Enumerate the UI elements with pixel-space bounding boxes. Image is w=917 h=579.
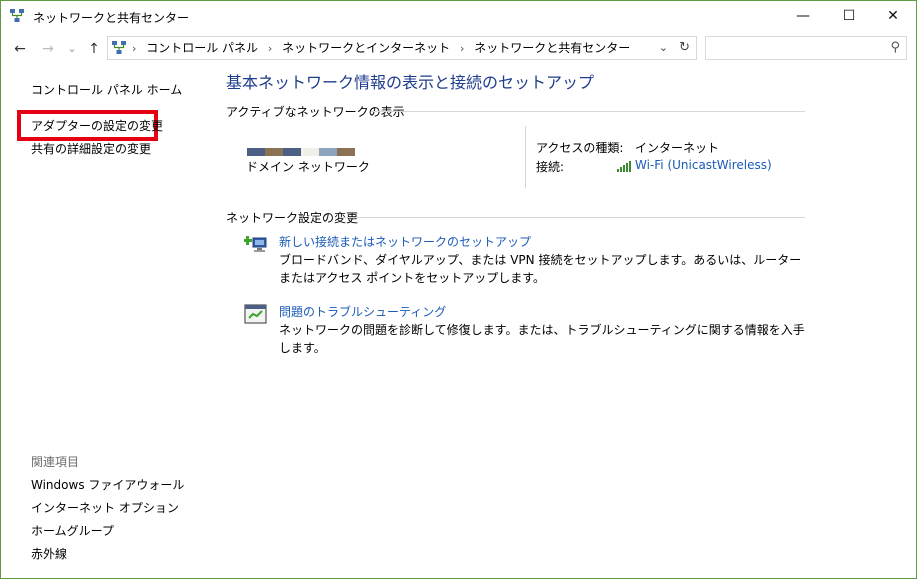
troubleshoot-description: ネットワークの問題を診断して修復します。または、トラブルシューティングに関する情…: [279, 323, 805, 355]
back-arrow-icon[interactable]: ←: [11, 39, 29, 59]
search-icon[interactable]: ⚲: [890, 40, 900, 55]
sidebar-windows-firewall[interactable]: Windows ファイアウォール: [31, 476, 184, 493]
troubleshoot-link[interactable]: 問題のトラブルシューティング: [279, 303, 446, 320]
breadcrumb-network-internet[interactable]: ネットワークとインターネット: [282, 41, 450, 55]
sidebar-advanced-sharing[interactable]: 共有の詳細設定の変更: [31, 140, 151, 157]
access-type-value: インターネット: [635, 141, 720, 155]
address-dropdown-icon[interactable]: ⌄: [659, 37, 668, 59]
title-bar: ネットワークと共有センター — ☐ ✕: [1, 1, 916, 32]
network-center-icon: [112, 41, 126, 54]
troubleshoot-icon: [244, 304, 267, 324]
breadcrumb-separator[interactable]: ›: [132, 42, 136, 55]
breadcrumb-network-sharing-center[interactable]: ネットワークと共有センター: [474, 41, 630, 55]
new-connection-icon: [244, 236, 267, 252]
search-input[interactable]: ⚲: [705, 36, 907, 60]
address-bar[interactable]: › コントロール パネル › ネットワークとインターネット › ネットワークと共…: [107, 36, 697, 60]
divider: [525, 126, 526, 188]
close-button[interactable]: ✕: [870, 1, 916, 32]
breadcrumb-control-panel[interactable]: コントロール パネル: [146, 41, 258, 55]
minimize-button[interactable]: —: [780, 1, 826, 32]
recent-locations-icon[interactable]: ⌄: [65, 39, 79, 59]
maximize-button[interactable]: ☐: [826, 1, 872, 32]
connection-label: 接続:: [536, 160, 565, 174]
network-category: ドメイン ネットワーク: [246, 160, 370, 174]
sidebar-change-adapter-settings[interactable]: アダプターの設定の変更: [31, 117, 163, 134]
new-connection-link[interactable]: 新しい接続またはネットワークのセットアップ: [279, 233, 531, 250]
divider: [343, 217, 805, 218]
new-connection-description: ブロードバンド、ダイヤルアップ、または VPN 接続をセットアップします。あるい…: [279, 253, 802, 285]
forward-arrow-icon[interactable]: →: [39, 39, 57, 59]
refresh-icon[interactable]: ↻: [679, 37, 690, 59]
breadcrumb-separator[interactable]: ›: [460, 42, 464, 55]
breadcrumb-separator[interactable]: ›: [268, 42, 272, 55]
sidebar-control-panel-home[interactable]: コントロール パネル ホーム: [31, 81, 182, 98]
wifi-signal-icon: [617, 161, 631, 172]
sidebar-internet-options[interactable]: インターネット オプション: [31, 499, 179, 516]
sidebar-infrared[interactable]: 赤外線: [31, 545, 67, 562]
network-name-swatches: [247, 148, 355, 156]
change-settings-heading: ネットワーク設定の変更: [226, 211, 359, 225]
page-title: 基本ネットワーク情報の表示と接続のセットアップ: [226, 73, 595, 92]
breadcrumb: › コントロール パネル › ネットワークとインターネット › ネットワークと共…: [132, 37, 636, 59]
window-title: ネットワークと共有センター: [33, 11, 190, 25]
access-type-label: アクセスの種類:: [536, 141, 624, 155]
sidebar-homegroup[interactable]: ホームグループ: [31, 522, 114, 539]
divider: [371, 111, 805, 112]
network-center-icon: [10, 9, 24, 22]
up-arrow-icon[interactable]: ↑: [85, 39, 103, 59]
see-also-heading: 関連項目: [31, 455, 80, 469]
connection-link[interactable]: Wi-Fi (UnicastWireless): [635, 158, 772, 172]
window: ネットワークと共有センター — ☐ ✕ ← → ⌄ ↑ › コントロール パネル…: [0, 0, 917, 579]
